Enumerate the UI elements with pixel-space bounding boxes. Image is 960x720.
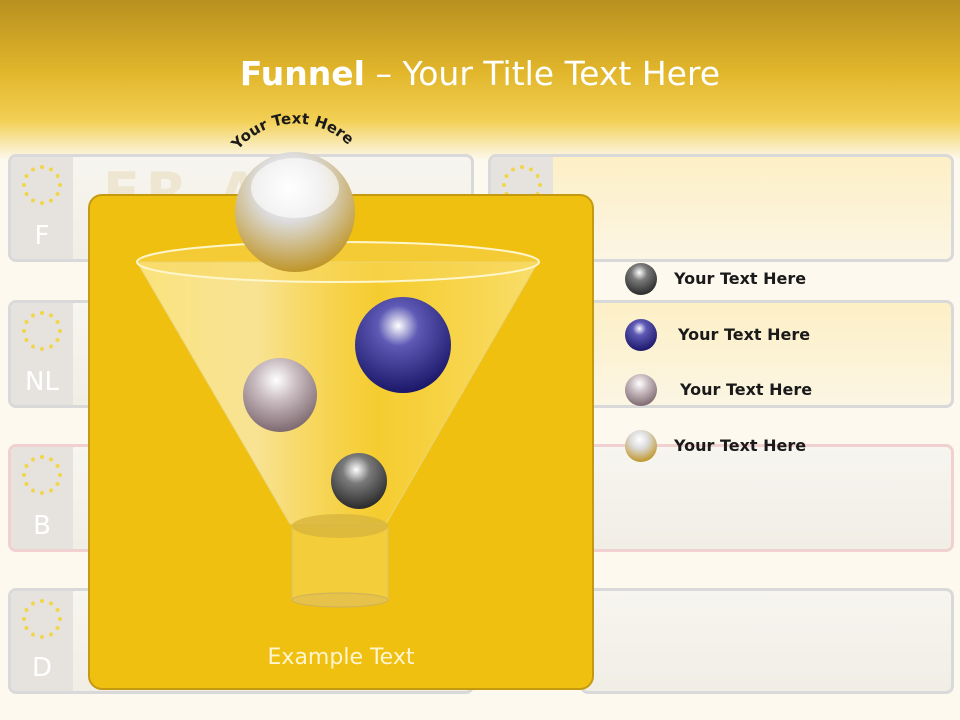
ball-gold-highlight [251, 158, 339, 218]
legend-label: Your Text Here [678, 325, 811, 344]
ball-mauve [243, 358, 317, 432]
funnel-spout-top [292, 514, 388, 538]
legend-ball-icon [625, 374, 657, 406]
ball-blue [355, 297, 451, 393]
legend-label: Your Text Here [680, 380, 813, 399]
legend-ball-icon [625, 430, 657, 462]
legend-ball-icon [625, 263, 657, 295]
funnel-spout-bottom [291, 592, 389, 608]
legend-ball-icon [625, 319, 657, 351]
arc-text: Your Text Here [227, 109, 358, 153]
legend-label: Your Text Here [674, 269, 807, 288]
legend-label: Your Text Here [674, 436, 807, 455]
example-text: Example Text [267, 645, 415, 670]
ball-black [331, 453, 387, 509]
funnel-graphic: Your Text Here [136, 109, 540, 608]
